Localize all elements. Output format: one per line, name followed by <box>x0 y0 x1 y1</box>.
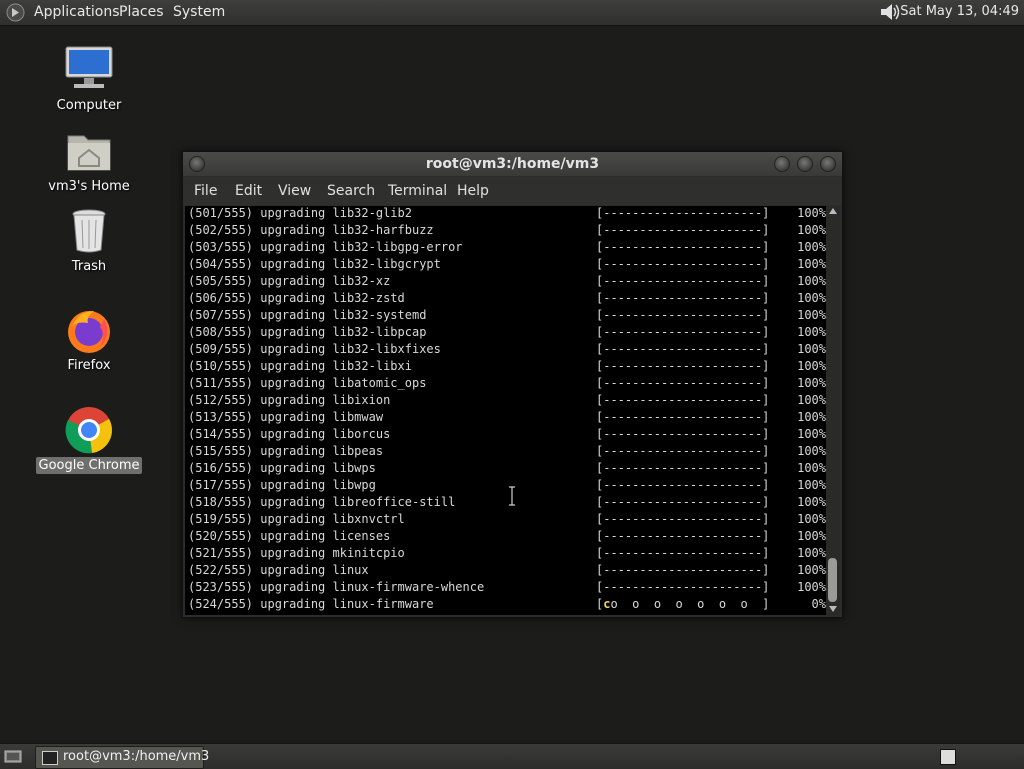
home-folder-icon <box>64 126 114 176</box>
desktop-icon-trash[interactable]: Trash <box>29 206 149 275</box>
desktop-icon-label: vm3's Home <box>48 179 130 194</box>
terminal-line: (507/555) upgrading lib32-systemd [------… <box>188 308 826 322</box>
menu-edit[interactable]: Edit <box>235 183 262 199</box>
terminal-line: (503/555) upgrading lib32-libgpg-error [-… <box>188 240 826 254</box>
terminal-line: (516/555) upgrading libwps [-------------… <box>188 461 826 475</box>
terminal-line: (521/555) upgrading mkinitcpio [---------… <box>188 546 826 560</box>
workspace-switcher[interactable] <box>940 749 956 765</box>
terminal-line: (519/555) upgrading libxnvctrl [---------… <box>188 512 826 526</box>
terminal-line: (509/555) upgrading lib32-libxfixes [----… <box>188 342 826 356</box>
terminal-line: (515/555) upgrading libpeas [------------… <box>188 444 826 458</box>
menu-terminal[interactable]: Terminal <box>388 183 447 199</box>
trash-icon <box>64 206 114 256</box>
desktop-icon-home[interactable]: vm3's Home <box>29 126 149 195</box>
terminal-scrollbar[interactable] <box>826 206 840 615</box>
terminal-line: (511/555) upgrading libatomic_ops [------… <box>188 376 826 390</box>
computer-icon <box>64 45 114 95</box>
window-title: root@vm3:/home/vm3 <box>425 156 600 172</box>
menu-view[interactable]: View <box>278 183 311 199</box>
minimize-button[interactable] <box>774 156 790 172</box>
terminal-line: (520/555) upgrading licenses [-----------… <box>188 529 826 543</box>
top-panel: Applications Places System Sat May 13, 0… <box>0 0 1024 26</box>
scrollbar-thumb[interactable] <box>828 558 837 602</box>
terminal-icon <box>42 751 58 765</box>
desktop-icon-firefox[interactable]: Firefox <box>29 305 149 374</box>
desktop-icon-computer[interactable]: Computer <box>29 45 149 114</box>
terminal-line: (502/555) upgrading lib32-harfbuzz [-----… <box>188 223 826 237</box>
terminal-line: (523/555) upgrading linux-firmware-whenc… <box>188 580 826 594</box>
clock[interactable]: Sat May 13, 04:49 <box>900 4 1019 19</box>
firefox-icon <box>64 305 114 355</box>
terminal-line: (512/555) upgrading libixion [-----------… <box>188 393 826 407</box>
menu-help[interactable]: Help <box>457 183 489 199</box>
desktop-icon-label: Google Chrome <box>35 457 143 474</box>
text-cursor-icon <box>509 486 515 506</box>
scroll-up-arrow-icon[interactable] <box>829 208 837 214</box>
speaker-icon[interactable] <box>878 2 902 22</box>
terminal-line-current: (524/555) upgrading linux-firmware [co o … <box>188 597 826 611</box>
bottom-panel: root@vm3:/home/vm3 <box>0 743 1024 769</box>
terminal-line: (510/555) upgrading lib32-libxi [--------… <box>188 359 826 373</box>
terminal-line: (505/555) upgrading lib32-xz [-----------… <box>188 274 826 288</box>
menu-search[interactable]: Search <box>327 183 375 199</box>
chrome-icon <box>64 405 114 455</box>
terminal-line: (514/555) upgrading liborcus [-----------… <box>188 427 826 441</box>
terminal-line: (504/555) upgrading lib32-libgcrypt [----… <box>188 257 826 271</box>
terminal-output[interactable]: (501/555) upgrading lib32-glib2 [--------… <box>185 206 826 615</box>
taskbar-terminal-button[interactable]: root@vm3:/home/vm3 <box>35 746 209 769</box>
terminal-window: root@vm3:/home/vm3 File Edit View Search… <box>182 151 843 618</box>
desktop-icon-label: Firefox <box>67 358 111 373</box>
system-menu[interactable]: System <box>173 4 225 21</box>
applications-menu[interactable]: Applications <box>34 4 120 21</box>
close-button[interactable] <box>820 156 836 172</box>
terminal-line: (518/555) upgrading libreoffice-still [--… <box>188 495 826 509</box>
terminal-line: (522/555) upgrading linux [--------------… <box>188 563 826 577</box>
terminal-line: (501/555) upgrading lib32-glib2 [--------… <box>188 206 826 220</box>
menu-file[interactable]: File <box>194 183 217 199</box>
maximize-button[interactable] <box>797 156 813 172</box>
terminal-line: (508/555) upgrading lib32-libpcap [------… <box>188 325 826 339</box>
gnome-foot-icon[interactable] <box>6 3 25 22</box>
desktop-icon-label: Trash <box>71 259 107 274</box>
desktop-icon-label: Computer <box>56 98 122 113</box>
window-menubar: File Edit View Search Terminal Help <box>183 177 842 205</box>
window-titlebar[interactable]: root@vm3:/home/vm3 <box>183 152 842 176</box>
places-menu[interactable]: Places <box>119 4 164 21</box>
scroll-down-arrow-icon[interactable] <box>829 606 837 612</box>
terminal-line: (506/555) upgrading lib32-zstd [---------… <box>188 291 826 305</box>
desktop-icon-chrome[interactable]: Google Chrome <box>29 405 149 474</box>
show-desktop-icon[interactable] <box>4 749 22 764</box>
terminal-line: (517/555) upgrading libwpg [-------------… <box>188 478 826 492</box>
taskbar-button-label: root@vm3:/home/vm3 <box>63 749 210 764</box>
terminal-line: (513/555) upgrading libmwaw [------------… <box>188 410 826 424</box>
